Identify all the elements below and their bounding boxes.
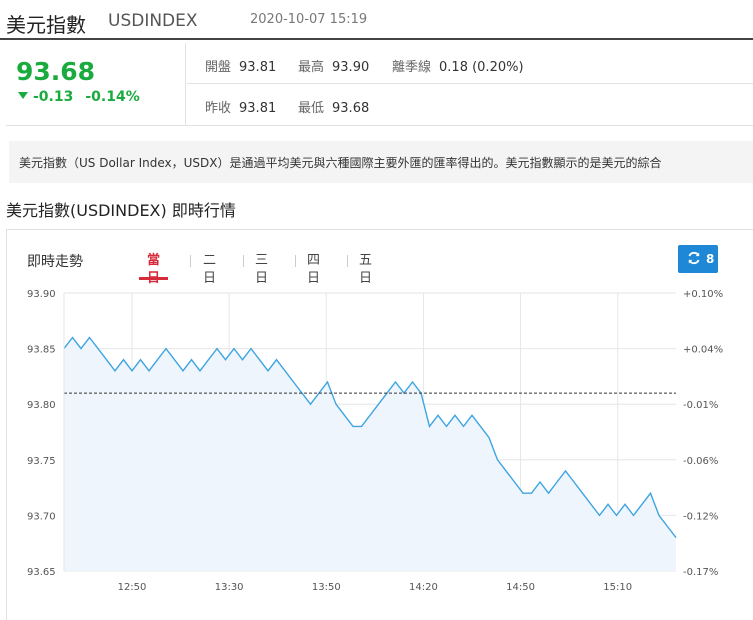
y2-tick-label: -0.01% <box>683 400 718 411</box>
header-divider <box>0 38 753 40</box>
y-tick-label: 93.75 <box>27 456 56 467</box>
stat-open: 開盤 93.81 <box>205 60 277 75</box>
section-title: 美元指數(USDINDEX) 即時行情 <box>6 201 236 220</box>
x-tick-label: 14:50 <box>506 582 535 593</box>
quote-header: 美元指數 USDINDEX 2020-10-07 15:19 <box>0 0 753 40</box>
stats-row: 昨收 93.81 最低 93.68 <box>187 84 753 125</box>
stat-low: 最低 93.68 <box>298 101 370 116</box>
x-tick-label: 12:50 <box>118 582 147 593</box>
price-box: 93.68 -0.13 -0.14% <box>6 43 186 126</box>
quote-panel: 93.68 -0.13 -0.14% 開盤 93.81 最高 93.90 離季線 0.1… <box>6 43 753 126</box>
y-tick-label: 93.85 <box>27 345 56 356</box>
description-box: 美元指數（US Dollar Index，USDX）是通過平均美元與六種國際主要… <box>9 141 753 183</box>
change-value: -0.13 <box>33 89 74 105</box>
y-tick-label: 93.70 <box>27 511 56 522</box>
stats-row: 開盤 93.81 最高 93.90 離季線 0.18 (0.20%) <box>187 43 753 84</box>
y-tick-label: 93.90 <box>27 289 56 300</box>
x-tick-label: 14:20 <box>409 582 438 593</box>
y2-tick-label: -0.17% <box>683 567 718 578</box>
current-price: 93.68 <box>16 57 96 86</box>
stat-deviation: 離季線 0.18 (0.20%) <box>392 60 524 75</box>
stat-prev-close: 昨收 93.81 <box>205 101 277 116</box>
price-change: -0.13 -0.14% <box>18 89 140 105</box>
down-arrow-icon <box>18 92 28 99</box>
change-percent: -0.14% <box>85 89 140 105</box>
y2-tick-label: +0.10% <box>683 289 723 300</box>
quote-stats: 開盤 93.81 最高 93.90 離季線 0.18 (0.20%) 昨收 93.81 … <box>187 43 753 126</box>
y2-tick-label: -0.12% <box>683 511 718 522</box>
stat-high: 最高 93.90 <box>298 60 370 75</box>
x-tick-label: 13:50 <box>312 582 341 593</box>
y-tick-label: 93.65 <box>27 567 56 578</box>
chart-card: 即時走勢 當日 二日 三日 四日 五日 8 93.90 +0.10% 93.85 +0… <box>6 229 753 620</box>
y2-tick-label: +0.04% <box>683 345 723 356</box>
description-text: 美元指數（US Dollar Index，USDX）是通過平均美元與六種國際主要… <box>19 156 662 170</box>
price-area <box>64 337 676 571</box>
symbol-code: USDINDEX <box>108 11 198 31</box>
y2-tick-label: -0.06% <box>683 456 718 467</box>
page-title: 美元指數 <box>6 13 86 37</box>
quote-timestamp: 2020-10-07 15:19 <box>250 12 368 27</box>
y-tick-label: 93.80 <box>27 400 56 411</box>
intraday-chart[interactable]: 93.90 +0.10% 93.85 +0.04% 93.80 -0.01% 93.75 -0… <box>7 230 753 620</box>
x-tick-label: 15:10 <box>603 582 632 593</box>
x-tick-label: 13:30 <box>215 582 244 593</box>
